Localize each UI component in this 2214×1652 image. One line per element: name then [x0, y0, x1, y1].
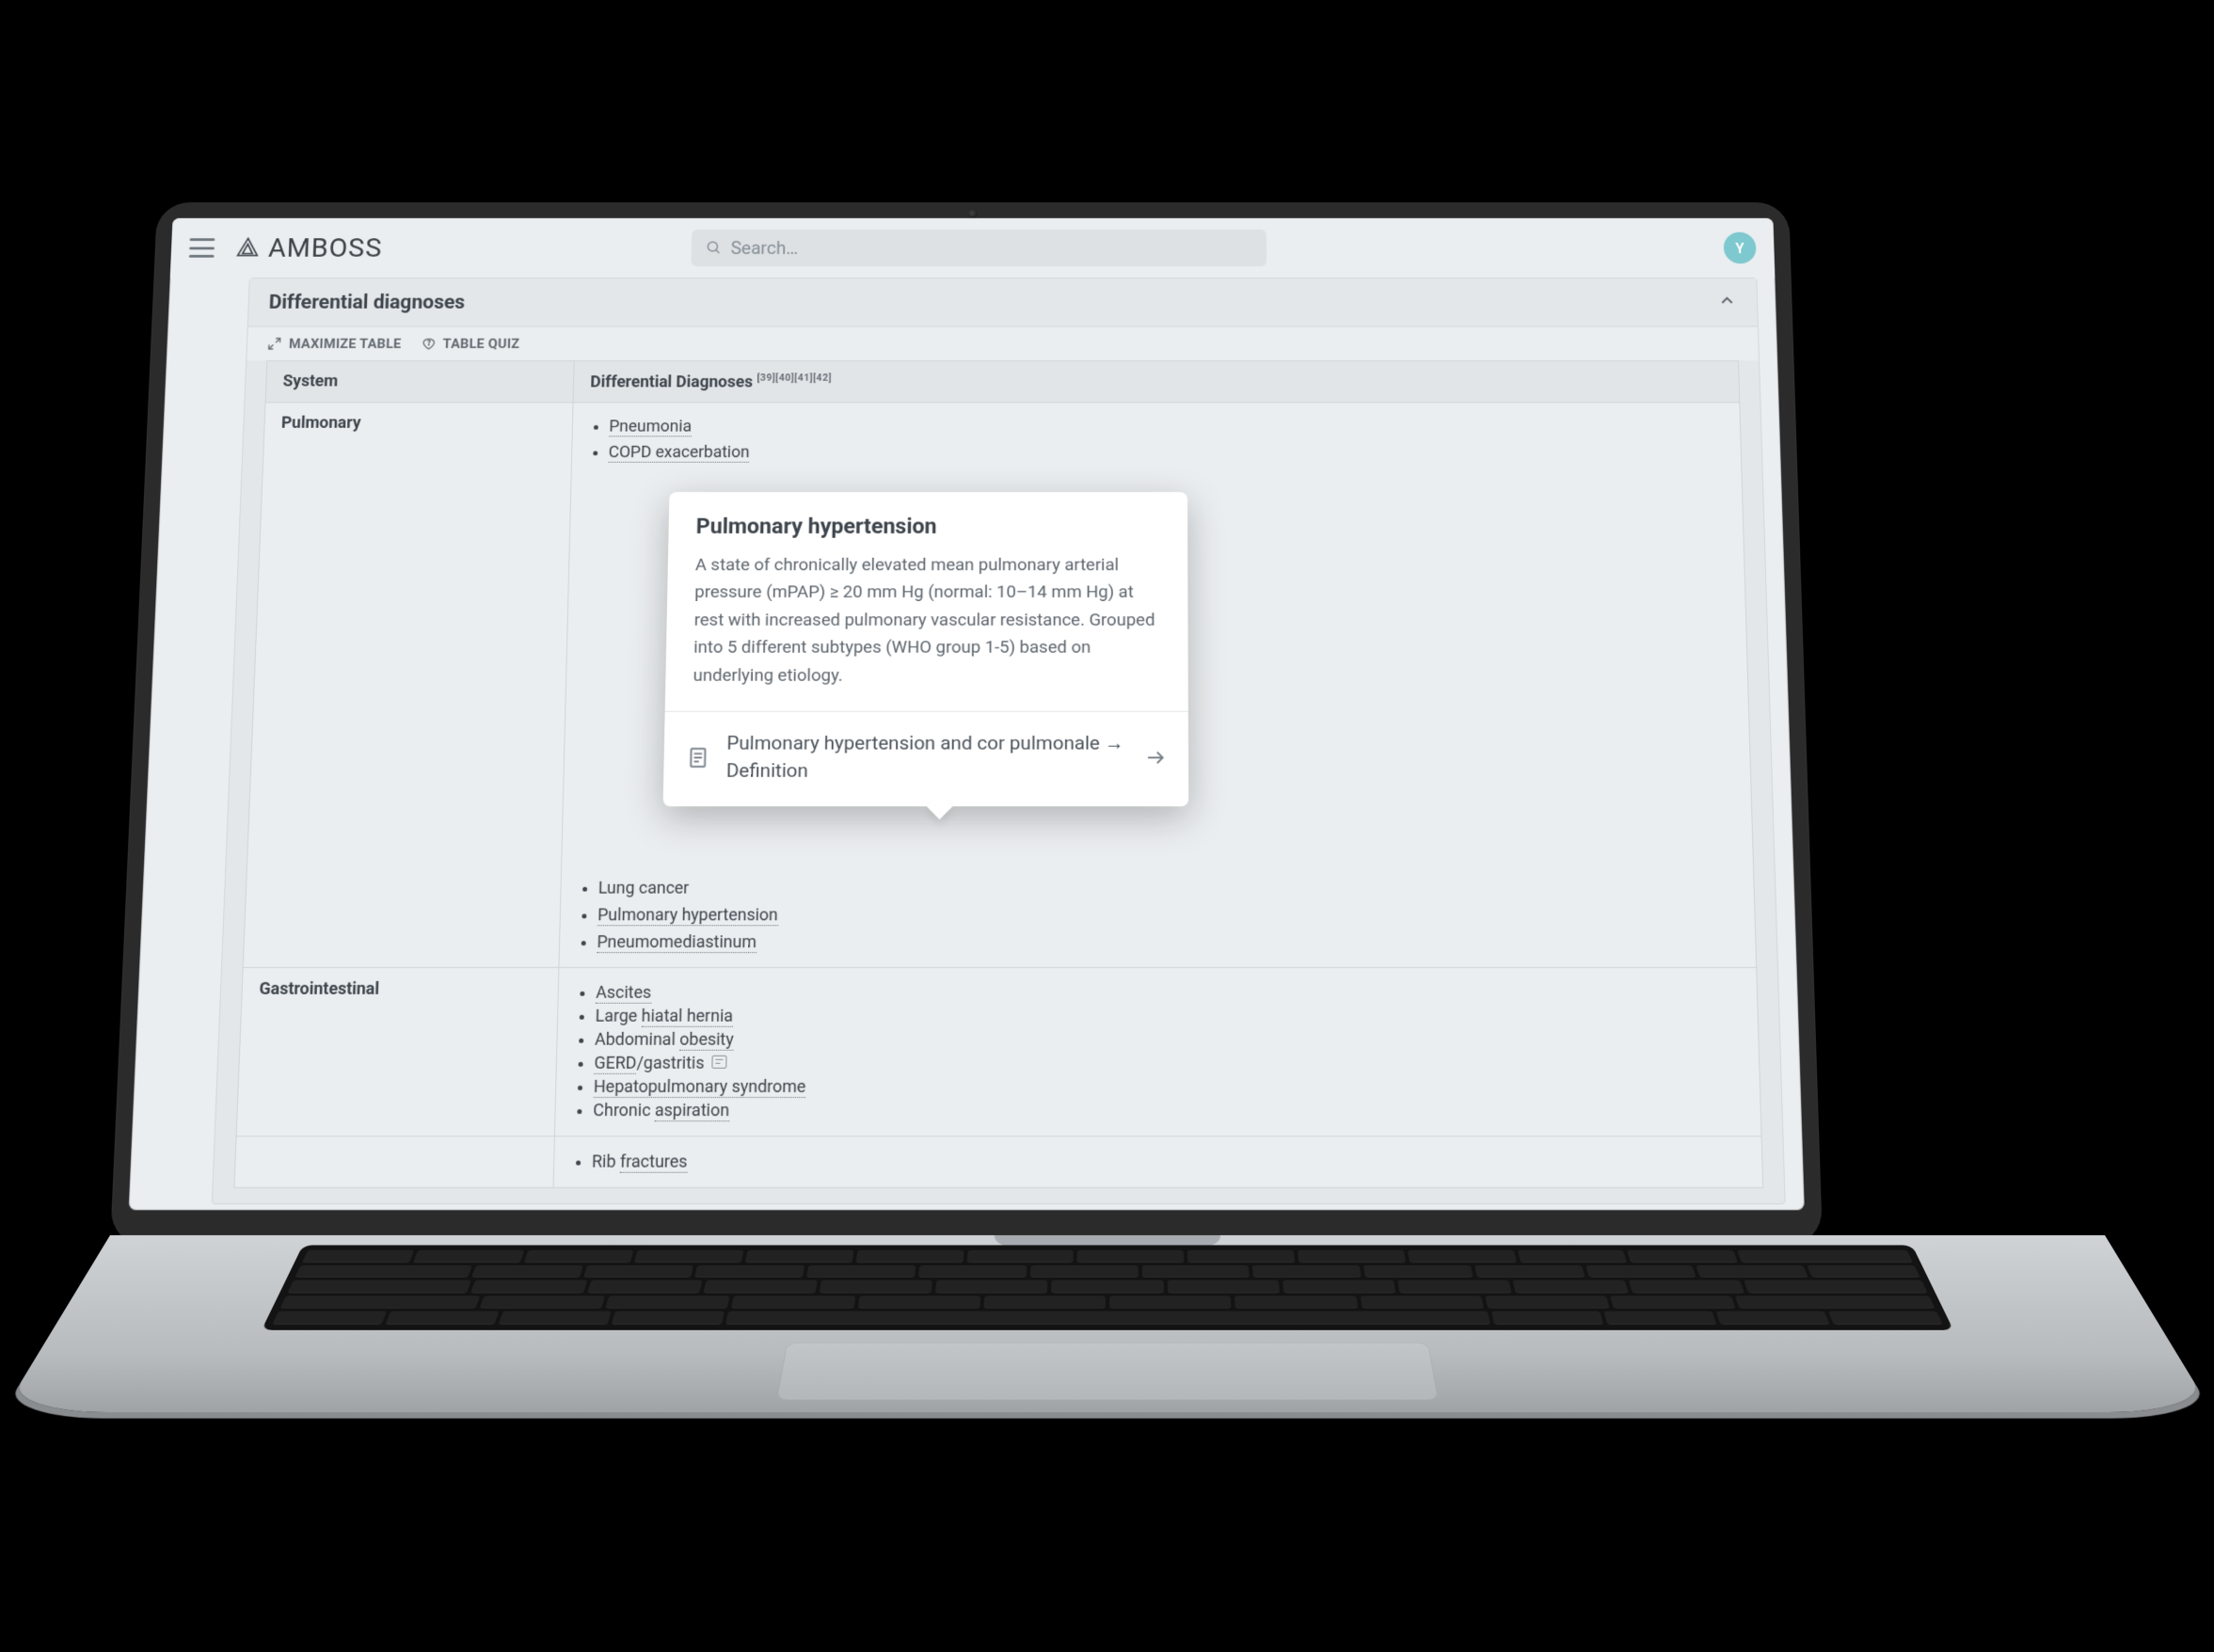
col-system-header: System	[265, 361, 574, 403]
camera-icon	[968, 210, 978, 218]
panel-header[interactable]: Differential diagnoses	[247, 278, 1757, 326]
dd-list: Ascites Large hiatal hernia Abdominal obes…	[572, 983, 1744, 1120]
table-quiz-button[interactable]: TABLE QUIZ	[421, 336, 519, 352]
arrow-right-icon	[1144, 747, 1167, 769]
system-cell	[233, 1136, 553, 1188]
search-icon	[705, 240, 721, 256]
maximize-table-button[interactable]: MAXIMIZE TABLE	[266, 336, 401, 352]
note-icon[interactable]	[711, 1056, 726, 1069]
table-row: Rib fractures	[233, 1136, 1762, 1188]
app-viewport: AMBOSS Search… Y Differential diagnoses	[128, 218, 1804, 1210]
laptop-base	[2, 1235, 2212, 1412]
laptop-mockup: AMBOSS Search… Y Differential diagnoses	[110, 172, 2105, 1480]
brand-logo-icon	[235, 236, 260, 259]
chevron-up-icon	[1716, 291, 1737, 313]
dd-list: Rib fractures	[570, 1152, 1744, 1171]
list-item: Ascites	[596, 983, 1740, 1003]
list-item: Large hiatal hernia	[595, 1007, 1741, 1026]
list-item: Lung cancer	[597, 879, 1737, 898]
table-toolbar: MAXIMIZE TABLE TABLE QUIZ	[247, 326, 1759, 360]
document-icon	[685, 746, 709, 770]
popover-body: A state of chronically elevated mean pul…	[664, 551, 1187, 711]
term-link[interactable]: fractures	[619, 1152, 687, 1172]
table-row: Gastrointestinal Ascites Large hiatal hern…	[236, 967, 1761, 1136]
definition-popover: Pulmonary hypertension A state of chroni…	[662, 492, 1188, 806]
list-item: Chronic aspiration	[593, 1101, 1744, 1120]
term-link[interactable]: Pneumonia	[609, 417, 692, 437]
term-link[interactable]: Pulmonary hypertension	[597, 905, 777, 926]
col-dd-label: Differential Diagnoses	[590, 373, 753, 391]
list-item: GERD/gastritis	[594, 1054, 1742, 1073]
list-item: Pneumomediastinum	[597, 932, 1739, 952]
maximize-icon	[266, 337, 281, 351]
search-placeholder: Search…	[730, 237, 798, 258]
maximize-label: MAXIMIZE TABLE	[288, 336, 401, 352]
dd-cell: Ascites Large hiatal hernia Abdominal obes…	[554, 967, 1761, 1136]
popover-title: Pulmonary hypertension	[668, 492, 1187, 551]
panel-title: Differential diagnoses	[268, 292, 465, 313]
topbar: AMBOSS Search… Y	[169, 218, 1775, 278]
term-link[interactable]: GERD	[594, 1054, 637, 1074]
col-dd-header: Differential Diagnoses [39][40][41][42]	[573, 361, 1740, 403]
term-link[interactable]: COPD exacerbation	[608, 443, 749, 463]
term-link[interactable]: aspiration	[654, 1101, 729, 1121]
menu-button[interactable]	[188, 238, 215, 257]
trackpad	[775, 1342, 1438, 1400]
list-item: Rib fractures	[591, 1152, 1744, 1171]
search-input[interactable]: Search…	[691, 230, 1266, 266]
avatar[interactable]: Y	[1723, 232, 1756, 263]
list-item: Abdominal obesity	[594, 1030, 1741, 1050]
system-cell: Gastrointestinal	[236, 967, 559, 1136]
dd-cell: Rib fractures	[553, 1136, 1763, 1188]
brand-logo[interactable]: AMBOSS	[235, 232, 383, 263]
popover-link-label: Pulmonary hypertension and cor pulmonale…	[725, 730, 1127, 786]
quiz-icon	[421, 337, 436, 351]
term-link[interactable]: Ascites	[596, 983, 651, 1004]
list-item: Pulmonary hypertension	[597, 905, 1737, 925]
laptop-screen-frame: AMBOSS Search… Y Differential diagnoses	[110, 202, 1823, 1245]
system-cell: Pulmonary	[243, 403, 573, 968]
keyboard	[261, 1246, 1952, 1330]
list-item: COPD exacerbation	[608, 443, 1724, 462]
term-link[interactable]: obesity	[679, 1030, 734, 1051]
list-item: Hepatopulmonary syndrome	[593, 1077, 1743, 1097]
term-link[interactable]: Hepatopulmonary syndrome	[593, 1077, 805, 1098]
quiz-label: TABLE QUIZ	[442, 336, 519, 352]
list-item: Pneumonia	[609, 417, 1724, 436]
term-link[interactable]: hiatal hernia	[641, 1007, 733, 1027]
avatar-initial: Y	[1735, 240, 1744, 257]
brand-name: AMBOSS	[267, 232, 382, 263]
term-link[interactable]: Pneumomediastinum	[597, 932, 757, 953]
col-dd-refs: [39][40][41][42]	[757, 372, 832, 383]
popover-deeplink[interactable]: Pulmonary hypertension and cor pulmonale…	[662, 712, 1188, 806]
